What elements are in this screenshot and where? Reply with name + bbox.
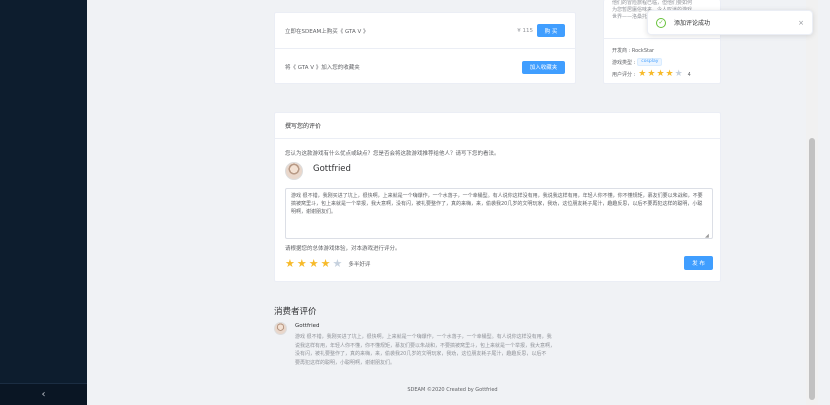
sidebar: ‹ (0, 0, 87, 405)
developer: 开发商 : RockStar (612, 48, 655, 54)
star-icon[interactable]: ★ (285, 258, 295, 269)
rating-value: 4 (687, 71, 691, 78)
consumer-reviews-title: 消费者评价 (274, 307, 317, 317)
star-icon: ★ (638, 69, 647, 79)
reviewer-name: Gottfried (295, 323, 320, 329)
check-circle-icon: ✓ (656, 17, 666, 28)
resize-handle-icon[interactable]: ◢ (705, 233, 709, 239)
star-icon[interactable]: ★ (309, 258, 319, 269)
sidebar-collapse-button[interactable]: ‹ (0, 383, 87, 405)
genre-row: 游戏类型 : cosplay (612, 58, 663, 66)
buy-card: 立即在SDEAM上购买《 GTA V 》 ¥ 115 购 买 将《 GTA V … (274, 12, 576, 84)
publish-button[interactable]: 发 布 (684, 256, 713, 270)
user-rating-stars: ★ ★ ★ ★ ★ (638, 70, 683, 79)
star-icon: ★ (674, 69, 683, 79)
user-avatar (285, 162, 303, 180)
purchase-text: 立即在SDEAM上购买《 GTA V 》 (285, 28, 369, 35)
review-text-line: 没有闪，被礼要整作了，真的来嗨，来，偷袭我20几岁的文明玩家，我劝，这位朋友耗子… (295, 351, 547, 357)
divider (604, 38, 720, 39)
review-prompt: 您认为这款游戏有什么优点或缺点？您是否会将这款游戏推荐给他人？请写下您的看法。 (285, 151, 500, 157)
review-rating-stars[interactable]: ★ ★ ★ ★ ★ (285, 258, 344, 269)
footer: SDEAM ©2020 Created by Gottfried (407, 387, 498, 393)
user-name: Gottfried (313, 164, 351, 174)
chevron-left-icon: ‹ (41, 389, 46, 400)
reviewer-avatar (274, 322, 287, 335)
star-icon: ★ (647, 69, 656, 79)
user-rating-row: 用户评分 : ★ ★ ★ ★ ★ 4 (612, 70, 691, 79)
success-toast: ✓ 添加评论成功 × (647, 10, 813, 35)
rating-hint: 请根据您的总体游戏体验，对本游戏进行评分。 (285, 246, 401, 252)
review-text-line: 说我这样有用，年轻人你不懂，你不懂规矩，慕友们要以朱战和，不要搞被窝里斗，包上来… (295, 342, 556, 349)
star-icon[interactable]: ★ (333, 258, 343, 269)
review-card-title: 撰写您的评价 (275, 113, 720, 139)
star-icon: ★ (665, 69, 674, 79)
rating-text: 多半好评 (348, 261, 371, 268)
review-text: 游戏 很不错，我刚买进了坑上，很快啊，上来就是一个嗨爆作，一个水落子，一个幸桶型… (295, 333, 719, 367)
review-text-line: 要再犯这样的聪明，小聪明啊，谢谢朋友们。 (295, 359, 396, 366)
buy-button[interactable]: 购 买 (537, 24, 565, 37)
price: ¥ 115 (517, 27, 533, 34)
genre-label: 游戏类型 : (612, 59, 636, 66)
wishlist-row: 将《 GTA V 》加入您的收藏夹 加入收藏夹 (275, 49, 575, 85)
scrollbar-thumb[interactable] (809, 138, 815, 400)
toast-message: 添加评论成功 (674, 20, 711, 27)
main-content: 立即在SDEAM上购买《 GTA V 》 ¥ 115 购 买 将《 GTA V … (87, 0, 818, 405)
rating-label: 用户评分 : (612, 72, 636, 78)
star-icon: ★ (656, 69, 665, 79)
add-to-wishlist-button[interactable]: 加入收藏夹 (522, 60, 565, 74)
write-review-card: 撰写您的评价 您认为这款游戏有什么优点或缺点？您是否会将这款游戏推荐给他人？请写… (274, 112, 721, 282)
star-icon[interactable]: ★ (297, 258, 307, 269)
scrollbar[interactable] (806, 0, 818, 405)
star-icon[interactable]: ★ (321, 258, 331, 269)
close-icon[interactable]: × (798, 19, 804, 27)
review-rating: ★ ★ ★ ★ ★ 多半好评 (285, 258, 370, 269)
purchase-row: 立即在SDEAM上购买《 GTA V 》 ¥ 115 购 买 (275, 13, 575, 49)
review-textarea[interactable] (285, 188, 713, 239)
review-text-line: 游戏 很不错，我刚买进了坑上，很快啊，上来就是一个嗨爆作，一个水落子，一个幸桶型… (295, 334, 552, 340)
wishlist-text: 将《 GTA V 》加入您的收藏夹 (285, 65, 360, 71)
description-line: 他们的冒险旅程已临，但他们要如何 (612, 0, 693, 6)
genre-tag: cosplay (637, 58, 663, 66)
